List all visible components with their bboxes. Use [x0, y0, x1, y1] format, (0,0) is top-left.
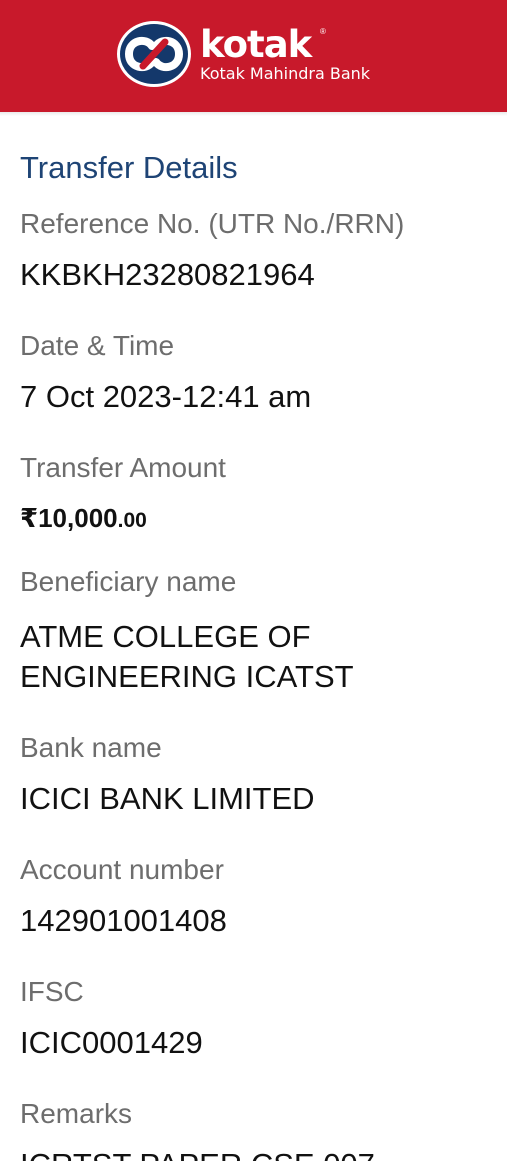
- ifsc-label: IFSC: [20, 976, 84, 1007]
- beneficiary-label: Beneficiary name: [20, 566, 237, 597]
- account-value: 142901001408: [20, 903, 227, 938]
- bank-full-name: Kotak Mahindra Bank: [200, 63, 371, 83]
- amount-whole: 10,000: [38, 503, 118, 533]
- bank-label: Bank name: [20, 732, 162, 763]
- reference-label: Reference No. (UTR No./RRN): [20, 208, 405, 239]
- registered-mark: ®: [320, 26, 326, 36]
- datetime-value: 7 Oct 2023-12:41 am: [20, 379, 312, 414]
- amount-decimal: .00: [117, 509, 147, 532]
- datetime-label: Date & Time: [20, 330, 175, 361]
- kotak-logo: kotak ® Kotak Mahindra Bank: [116, 20, 370, 88]
- remarks-value: ICRTST PAPER CSE 007: [20, 1145, 495, 1161]
- app-header: kotak ® Kotak Mahindra Bank: [0, 0, 507, 112]
- reference-value: KKBKH23280821964: [20, 257, 315, 292]
- header-divider: [0, 112, 507, 116]
- beneficiary-line-2: ENGINEERING ICATST: [20, 659, 354, 694]
- remarks-label: Remarks: [20, 1098, 133, 1129]
- amount-value: ₹10,000.00: [20, 503, 495, 536]
- section-title: Transfer Details: [20, 150, 238, 185]
- kotak-infinity-logo-icon: [117, 21, 191, 87]
- brand-name: kotak: [200, 22, 312, 66]
- account-label: Account number: [20, 854, 224, 885]
- logo-text: kotak ® Kotak Mahindra Bank: [200, 22, 371, 83]
- beneficiary-value: ATME COLLEGE OF ENGINEERING ICATST: [20, 617, 495, 697]
- transfer-details-panel: Transfer Details Reference No. (UTR No./…: [0, 150, 507, 1161]
- amount-label: Transfer Amount: [20, 452, 226, 483]
- currency-symbol: ₹: [20, 503, 39, 533]
- ifsc-value: ICIC0001429: [20, 1025, 203, 1060]
- bank-value: ICICI BANK LIMITED: [20, 781, 315, 816]
- beneficiary-line-1: ATME COLLEGE OF: [20, 619, 311, 654]
